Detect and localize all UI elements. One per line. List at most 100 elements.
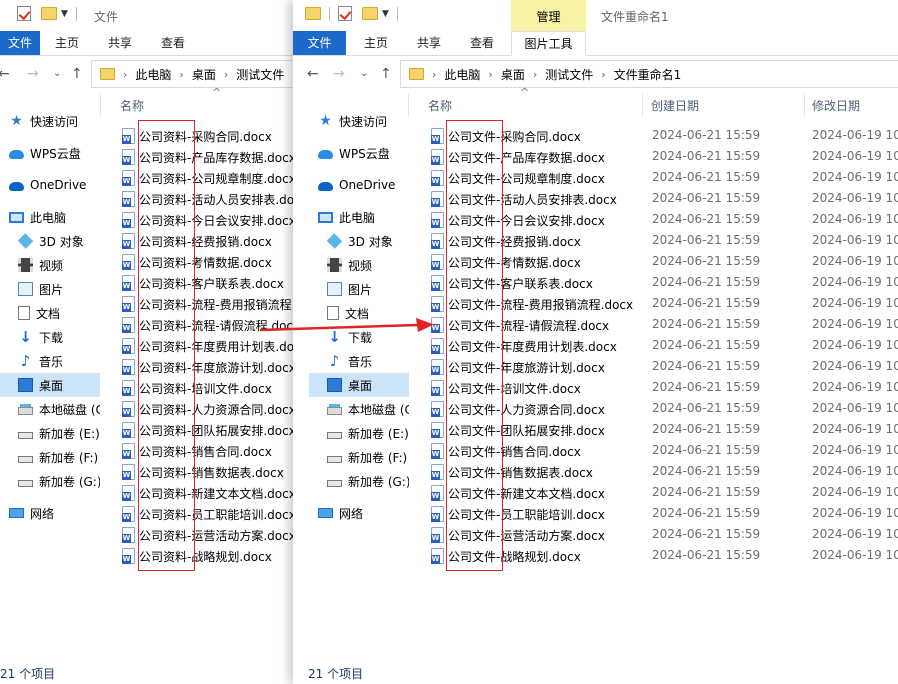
- word-document-icon: W: [122, 443, 135, 459]
- up-arrow-icon[interactable]: ↑: [71, 66, 83, 82]
- sidebar-item[interactable]: 新加卷 (E:): [0, 421, 100, 445]
- column-name[interactable]: 名称: [428, 97, 452, 114]
- sidebar-item[interactable]: 3D 对象: [0, 229, 100, 253]
- sidebar-item[interactable]: 新加卷 (G:): [0, 469, 100, 493]
- sidebar-item[interactable]: 桌面: [309, 373, 409, 397]
- address-bar[interactable]: › 此电脑 › 桌面 › 测试文件: [91, 60, 300, 88]
- picture-icon: [327, 282, 342, 296]
- sidebar-item-label: WPS云盘: [339, 146, 390, 161]
- sidebar-item[interactable]: 新加卷 (G:): [309, 469, 409, 493]
- breadcrumb-test-folder[interactable]: 测试文件: [236, 66, 284, 83]
- properties-icon[interactable]: [17, 6, 31, 21]
- status-item-count: 21 个项目: [0, 667, 56, 681]
- sidebar-item[interactable]: 此电脑: [0, 205, 100, 229]
- navigation-pane: ★ 快速访问 WPS云盘 OneDrive 此电脑 3D 对象 视频 图片 文档 ↓ 下载 ♪ 音乐 桌面…: [309, 100, 409, 660]
- sidebar-item[interactable]: OneDrive: [309, 173, 409, 197]
- computer-icon: [318, 211, 333, 223]
- breadcrumb-desktop[interactable]: 桌面: [501, 66, 525, 83]
- chevron-down-icon[interactable]: ⌄: [360, 68, 368, 79]
- tab-share[interactable]: 共享: [417, 31, 441, 55]
- sidebar-item[interactable]: OneDrive: [0, 173, 100, 197]
- tab-manage[interactable]: 管理: [511, 0, 586, 32]
- sidebar-item[interactable]: 新加卷 (F:): [309, 445, 409, 469]
- sort-ascending-icon: ^: [520, 86, 530, 99]
- sidebar-item[interactable]: 本地磁盘 (C:): [309, 397, 409, 421]
- column-modified-date[interactable]: 修改日期: [812, 97, 860, 114]
- forward-arrow-icon[interactable]: →: [27, 66, 39, 82]
- file-modified-date: 2024-06-19 10:: [812, 422, 898, 436]
- tab-home[interactable]: 主页: [55, 31, 79, 55]
- new-folder-icon[interactable]: [41, 7, 57, 20]
- file-modified-date: 2024-06-19 10:: [812, 359, 898, 373]
- word-document-icon: W: [431, 296, 444, 312]
- back-arrow-icon[interactable]: ←: [307, 66, 319, 82]
- breadcrumb-desktop[interactable]: 桌面: [192, 66, 216, 83]
- forward-arrow-icon[interactable]: →: [333, 66, 345, 82]
- column-created-date[interactable]: 创建日期: [651, 97, 699, 114]
- tab-file[interactable]: 文件: [0, 31, 40, 55]
- sidebar-item[interactable]: 图片: [309, 277, 409, 301]
- chevron-down-icon[interactable]: ⌄: [53, 68, 61, 79]
- chevron-down-icon[interactable]: ▼: [382, 9, 389, 19]
- file-created-date: 2024-06-21 15:59: [652, 443, 761, 457]
- breadcrumb-separator: ›: [532, 67, 538, 81]
- sidebar-item[interactable]: 视频: [0, 253, 100, 277]
- sidebar-item-label: 快速访问: [30, 114, 79, 129]
- sidebar-item[interactable]: ♪ 音乐: [309, 349, 409, 373]
- sidebar-item[interactable]: 新加卷 (E:): [309, 421, 409, 445]
- breadcrumb-pc[interactable]: 此电脑: [135, 66, 171, 83]
- file-created-date: 2024-06-21 15:59: [652, 149, 761, 163]
- sidebar-item[interactable]: 此电脑: [309, 205, 409, 229]
- sidebar-item[interactable]: ↓ 下载: [0, 325, 100, 349]
- tab-share[interactable]: 共享: [108, 31, 132, 55]
- back-arrow-icon[interactable]: ←: [0, 66, 10, 82]
- new-folder-icon[interactable]: [362, 7, 378, 20]
- desktop-icon: [18, 378, 33, 392]
- sidebar-item[interactable]: 图片: [0, 277, 100, 301]
- breadcrumb-test-folder[interactable]: 测试文件: [545, 66, 593, 83]
- sidebar-item[interactable]: 本地磁盘 (C:): [0, 397, 100, 421]
- sidebar-item[interactable]: 文档: [0, 301, 100, 325]
- sidebar-item[interactable]: 网络: [0, 501, 100, 525]
- download-icon: ↓: [19, 328, 32, 346]
- file-modified-date: 2024-06-19 10:: [812, 443, 898, 457]
- toolbar-separator: [75, 6, 77, 21]
- sidebar-item[interactable]: 视频: [309, 253, 409, 277]
- word-document-icon: W: [122, 506, 135, 522]
- breadcrumb-rename-folder[interactable]: 文件重命名1: [614, 66, 682, 83]
- word-document-icon: W: [122, 170, 135, 186]
- word-document-icon: W: [431, 422, 444, 438]
- status-item-count: 21 个项目: [308, 667, 364, 681]
- chevron-down-icon[interactable]: ▼: [61, 9, 68, 19]
- file-created-date: 2024-06-21 15:59: [652, 485, 761, 499]
- breadcrumb-separator: ›: [432, 67, 437, 81]
- sidebar-item[interactable]: WPS云盘: [309, 141, 409, 165]
- tab-picture-tools[interactable]: 图片工具: [511, 31, 586, 56]
- up-arrow-icon[interactable]: ↑: [380, 66, 392, 82]
- sidebar-item[interactable]: ♪ 音乐: [0, 349, 100, 373]
- tab-view[interactable]: 查看: [470, 31, 494, 55]
- music-icon: ♪: [20, 352, 31, 370]
- file-modified-date: 2024-06-19 10:: [812, 170, 898, 184]
- sidebar-item[interactable]: ★ 快速访问: [0, 109, 100, 133]
- sidebar-item[interactable]: 网络: [309, 501, 409, 525]
- toolbar-separator: [329, 6, 330, 21]
- tab-file[interactable]: 文件: [293, 31, 346, 55]
- column-name[interactable]: 名称: [120, 97, 144, 114]
- sidebar-item-label: 桌面: [348, 378, 373, 393]
- tab-home[interactable]: 主页: [364, 31, 388, 55]
- highlight-box-prefix: [446, 120, 503, 571]
- sidebar-item-label: 音乐: [39, 354, 64, 369]
- address-bar[interactable]: › 此电脑 › 桌面 › 测试文件 › 文件重命名1: [400, 60, 898, 88]
- tab-view[interactable]: 查看: [161, 31, 185, 55]
- sidebar-item-label: 视频: [39, 258, 64, 273]
- sidebar-item[interactable]: 3D 对象: [309, 229, 409, 253]
- properties-icon[interactable]: [338, 6, 352, 21]
- breadcrumb-pc[interactable]: 此电脑: [444, 66, 480, 83]
- sidebar-item[interactable]: 新加卷 (F:): [0, 445, 100, 469]
- word-document-icon: W: [431, 443, 444, 459]
- sidebar-item[interactable]: 桌面: [0, 373, 100, 397]
- word-document-icon: W: [431, 191, 444, 207]
- sidebar-item[interactable]: ★ 快速访问: [309, 109, 409, 133]
- sidebar-item[interactable]: WPS云盘: [0, 141, 100, 165]
